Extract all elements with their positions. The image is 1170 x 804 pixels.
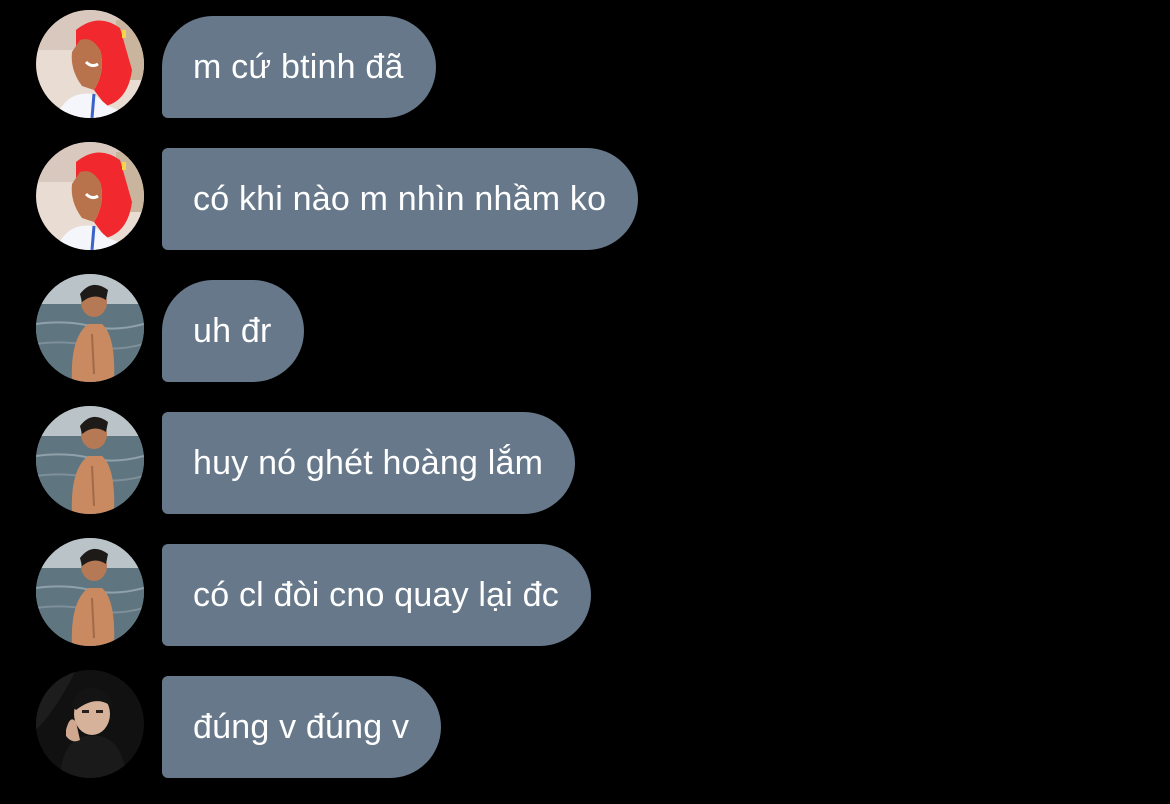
message-row: huy nó ghét hoàng lắm <box>36 406 576 514</box>
message-bubble[interactable]: có cl đòi cno quay lại đc <box>162 544 591 646</box>
sender-avatar-beach-back[interactable] <box>36 406 144 514</box>
message-row: có khi nào m nhìn nhầm ko <box>36 142 639 250</box>
sender-avatar-red-hood[interactable] <box>36 10 144 118</box>
sender-avatar-dark-portrait[interactable] <box>36 670 144 778</box>
avatar-beach-back-image <box>36 538 144 646</box>
avatar-red-hood-image <box>36 142 144 250</box>
avatar-dark-portrait-image <box>36 670 144 778</box>
message-bubble[interactable]: có khi nào m nhìn nhầm ko <box>162 148 639 250</box>
chat-thread: m cứ btinh đã có khi nào m nhìn nhầm ko <box>0 0 1170 804</box>
message-bubble[interactable]: uh đr <box>162 280 304 382</box>
message-bubble[interactable]: m cứ btinh đã <box>162 16 436 118</box>
avatar-beach-back-image <box>36 406 144 514</box>
sender-avatar-beach-back[interactable] <box>36 538 144 646</box>
sender-avatar-beach-back[interactable] <box>36 274 144 382</box>
message-bubble[interactable]: huy nó ghét hoàng lắm <box>162 412 576 514</box>
message-row: m cứ btinh đã <box>36 10 436 118</box>
message-bubble[interactable]: đúng v đúng v <box>162 676 442 778</box>
message-row: có cl đòi cno quay lại đc <box>36 538 591 646</box>
message-row: đúng v đúng v <box>36 670 442 778</box>
sender-avatar-red-hood[interactable] <box>36 142 144 250</box>
avatar-red-hood-image <box>36 10 144 118</box>
avatar-beach-back-image <box>36 274 144 382</box>
message-row: uh đr <box>36 274 304 382</box>
